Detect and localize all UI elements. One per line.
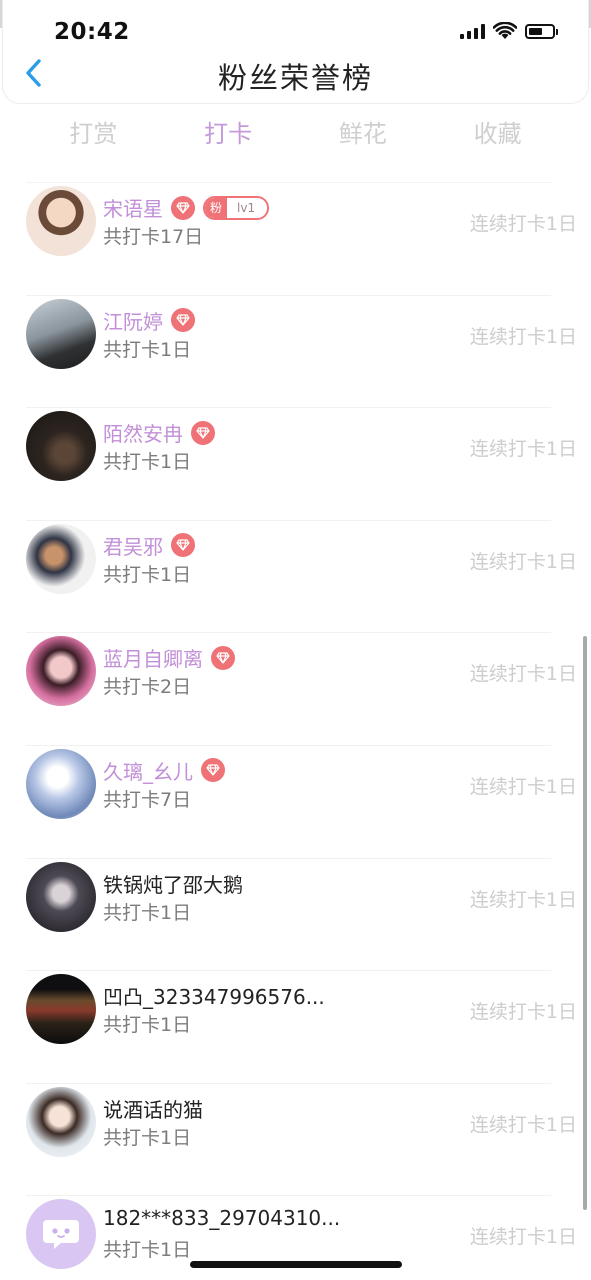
total-checkins: 共打卡1日 (103, 1014, 192, 1037)
streak-checkins: 连续打卡1日 (469, 550, 577, 573)
total-checkins: 共打卡7日 (103, 788, 192, 811)
battery-icon (525, 23, 558, 39)
fan-row[interactable]: 宋语星 粉 lv1 共打卡17日 连续打卡1日 (26, 182, 577, 295)
streak-checkins: 连续打卡1日 (469, 325, 577, 348)
streak-checkins: 连续打卡1日 (469, 213, 577, 235)
streak-checkins: 连续打卡1日 (469, 1113, 577, 1136)
streak-checkins: 连续打卡1日 (469, 888, 577, 911)
status-time: 20:42 (54, 19, 130, 45)
avatar[interactable] (26, 636, 96, 707)
avatar[interactable] (26, 1086, 96, 1157)
avatar[interactable] (26, 974, 96, 1045)
diamond-icon (191, 420, 215, 445)
diamond-icon (171, 533, 195, 558)
wifi-icon (493, 22, 517, 39)
fan-row[interactable]: 君吴邪 共打卡1日 连续打卡1日 (26, 519, 577, 633)
total-checkins: 共打卡1日 (103, 1126, 192, 1149)
total-checkins: 共打卡17日 (103, 226, 204, 248)
tab-favorites[interactable]: 收藏 (443, 114, 553, 158)
home-indicator[interactable] (190, 1261, 402, 1268)
fan-name: 久璃_幺儿 (103, 759, 193, 784)
avatar[interactable] (26, 523, 96, 594)
total-checkins: 共打卡1日 (103, 338, 192, 361)
total-checkins: 共打卡1日 (103, 451, 192, 474)
total-checkins: 共打卡1日 (103, 563, 192, 586)
avatar[interactable] (26, 411, 96, 482)
tab-checkin[interactable]: 打卡 (173, 114, 283, 158)
avatar[interactable] (26, 186, 96, 256)
cellular-signal-icon (460, 23, 485, 39)
fan-name: 江阮婷 (103, 309, 163, 334)
fan-name: 铁锅炖了邵大鹅 (103, 872, 243, 897)
chat-bubble-icon (43, 1220, 79, 1250)
fan-row[interactable]: 铁锅炖了邵大鹅 共打卡1日 连续打卡1日 (26, 857, 577, 971)
fan-level-badge: 粉 lv1 (203, 195, 270, 220)
fan-row[interactable]: 蓝月自卿离 共打卡2日 连续打卡1日 (26, 632, 577, 745)
streak-checkins: 连续打卡1日 (469, 438, 577, 461)
fan-row[interactable]: 江阮婷 共打卡1日 连续打卡1日 (26, 294, 577, 408)
total-checkins: 共打卡1日 (103, 1239, 192, 1262)
avatar[interactable] (26, 861, 96, 932)
fan-ranking-list: 宋语星 粉 lv1 共打卡17日 连续打卡1日 江阮婷 共打卡1日 连续打卡1日… (0, 182, 591, 1280)
status-icons (460, 22, 558, 40)
fan-row[interactable]: 久璃_幺儿 共打卡7日 连续打卡1日 (26, 744, 577, 858)
fan-row[interactable]: 凹凸_323347996576... 共打卡1日 连续打卡1日 (26, 970, 577, 1083)
streak-checkins: 连续打卡1日 (469, 1001, 577, 1024)
avatar[interactable] (26, 298, 96, 369)
fan-name: 蓝月自卿离 (103, 647, 203, 672)
diamond-icon (171, 195, 195, 220)
diamond-icon (201, 758, 225, 783)
scrollbar[interactable] (583, 636, 587, 1210)
streak-checkins: 连续打卡1日 (469, 1226, 577, 1249)
diamond-icon (211, 645, 235, 670)
fan-name: 宋语星 (103, 197, 163, 221)
page-title: 粉丝荣誉榜 (217, 61, 373, 95)
tab-bar: 打赏 打卡 鲜花 收藏 (0, 114, 591, 158)
avatar[interactable] (26, 748, 96, 819)
total-checkins: 共打卡1日 (103, 901, 192, 924)
avatar[interactable] (26, 1199, 96, 1270)
diamond-icon (171, 308, 195, 333)
fan-name: 182***833_29704310... (103, 1206, 341, 1231)
tab-reward[interactable]: 打赏 (38, 114, 148, 158)
tab-flowers[interactable]: 鲜花 (308, 114, 418, 158)
fan-name: 陌然安冉 (103, 422, 183, 447)
streak-checkins: 连续打卡1日 (469, 663, 577, 686)
fan-name: 君吴邪 (103, 534, 163, 559)
streak-checkins: 连续打卡1日 (469, 775, 577, 798)
fan-row[interactable]: 陌然安冉 共打卡1日 连续打卡1日 (26, 407, 577, 520)
fan-name: 说酒话的猫 (103, 1097, 203, 1122)
fan-row[interactable]: 说酒话的猫 共打卡1日 连续打卡1日 (26, 1082, 577, 1196)
total-checkins: 共打卡2日 (103, 676, 192, 699)
fan-name: 凹凸_323347996576... (103, 985, 325, 1010)
